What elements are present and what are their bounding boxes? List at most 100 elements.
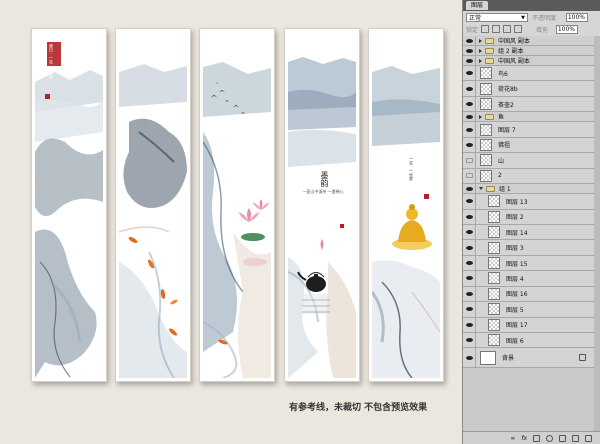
layer-row[interactable]: 茶壶2: [463, 96, 600, 113]
panel-1-seal-text: 佛日 · 一花 · 一世界: [49, 44, 54, 80]
layer-name: 中国风 副本: [498, 38, 530, 45]
panel-4-poem: 一壶山中清茶 一盏禅心: [302, 189, 344, 194]
fill-input[interactable]: 100%: [556, 24, 579, 34]
visibility-toggle[interactable]: [463, 348, 476, 368]
layer-row[interactable]: 图层 3: [463, 240, 600, 256]
layer-name: 组 1: [499, 186, 511, 194]
layer-group-row[interactable]: 中国风 副本: [463, 56, 600, 66]
lock-all-icon[interactable]: [514, 25, 523, 33]
visibility-toggle[interactable]: [463, 96, 476, 112]
layer-name: 茶壶2: [498, 101, 514, 109]
layer-row[interactable]: 图层 14: [463, 224, 600, 241]
layer-group-row[interactable]: 组 1: [463, 184, 600, 195]
mask-icon[interactable]: [533, 434, 540, 442]
layer-row[interactable]: 鸟6: [463, 66, 600, 82]
adjustment-icon[interactable]: [546, 434, 553, 442]
layer-row[interactable]: 图层 15: [463, 255, 600, 272]
visibility-toggle[interactable]: [463, 137, 476, 153]
visibility-toggle[interactable]: [463, 209, 476, 224]
expand-closed-icon[interactable]: [479, 58, 482, 63]
layer-row[interactable]: 图层 17: [463, 317, 600, 333]
lock-transparent-icon[interactable]: [481, 25, 490, 33]
layer-list-scrollbar[interactable]: [594, 36, 600, 431]
layer-row[interactable]: 荷花8b: [463, 81, 600, 97]
layer-thumbnail: [480, 169, 492, 182]
visibility-toggle[interactable]: [463, 271, 476, 286]
layer-row[interactable]: 图层 7: [463, 122, 600, 138]
expand-closed-icon[interactable]: [479, 38, 482, 43]
folder-icon: [486, 185, 495, 192]
layer-name: 荷花8b: [498, 86, 518, 94]
visibility-toggle[interactable]: [463, 46, 476, 55]
layer-row[interactable]: 图层 6: [463, 333, 600, 349]
layer-thumbnail: [488, 272, 500, 285]
visibility-toggle[interactable]: [463, 224, 476, 240]
layer-name: 图层 17: [506, 322, 528, 330]
eye-off-icon: [465, 157, 473, 163]
layer-group-row[interactable]: 中国风 副本: [463, 36, 600, 46]
layer-row[interactable]: 图层 13: [463, 194, 600, 210]
visibility-toggle[interactable]: [463, 194, 476, 209]
layer-name: 图层 4: [506, 275, 524, 283]
layer-row[interactable]: 图层 2: [463, 209, 600, 225]
lock-position-icon[interactable]: [503, 25, 512, 33]
blend-mode-value: 正常: [469, 14, 482, 22]
layer-name: 图层 6: [506, 337, 524, 345]
layers-tab[interactable]: 图层: [466, 1, 489, 10]
lock-pixels-icon[interactable]: [492, 25, 501, 33]
link-layers-icon[interactable]: ∞: [510, 435, 515, 442]
layer-row[interactable]: 图层 16: [463, 286, 600, 303]
panel-5-artwork: [372, 66, 440, 378]
visibility-toggle[interactable]: [463, 81, 476, 96]
visibility-toggle[interactable]: [463, 56, 476, 65]
visibility-toggle[interactable]: [463, 122, 476, 137]
eye-icon: [465, 38, 473, 43]
opacity-input[interactable]: 100%: [566, 12, 588, 22]
layer-name: 山: [498, 157, 505, 165]
visibility-toggle[interactable]: [463, 153, 476, 168]
visibility-toggle[interactable]: [463, 240, 476, 255]
layer-name: 2: [498, 172, 502, 180]
visibility-toggle[interactable]: [463, 184, 476, 194]
expand-open-icon[interactable]: [479, 187, 483, 191]
fx-icon[interactable]: fx: [521, 435, 527, 442]
layer-group-row[interactable]: 组 2 副本: [463, 46, 600, 56]
layer-group-row[interactable]: 鱼: [463, 112, 600, 123]
new-group-icon[interactable]: [559, 434, 566, 442]
expand-closed-icon[interactable]: [479, 48, 482, 53]
visibility-toggle[interactable]: [463, 302, 476, 317]
visibility-toggle[interactable]: [463, 286, 476, 302]
eye-icon: [465, 261, 473, 266]
trash-icon[interactable]: [585, 434, 592, 442]
layer-row[interactable]: 山: [463, 153, 600, 169]
new-layer-icon[interactable]: [572, 434, 579, 442]
layer-row[interactable]: 2: [463, 168, 600, 185]
visibility-toggle[interactable]: [463, 333, 476, 348]
visibility-toggle[interactable]: [463, 66, 476, 81]
blend-mode-select[interactable]: 正常 ▼: [466, 12, 528, 22]
layer-row[interactable]: 背景: [463, 348, 600, 369]
layer-name: 图层 14: [506, 229, 528, 237]
visibility-toggle[interactable]: [463, 255, 476, 271]
eye-icon: [465, 199, 473, 204]
eye-icon: [465, 127, 473, 132]
layer-thumbnail: [488, 303, 500, 316]
layer-name: 鱼: [498, 114, 505, 122]
lock-group: 锁定: [466, 25, 523, 34]
layer-thumbnail: [488, 287, 500, 300]
visibility-toggle[interactable]: [463, 317, 476, 332]
layer-thumbnail: [480, 138, 492, 151]
layer-name: 组 2 副本: [498, 48, 524, 55]
layers-panel: 图层 正常 ▼ 不透明度 100% 锁定 填充 100% 中国风 副本组 2 副…: [462, 0, 600, 444]
layer-row[interactable]: 佛祖: [463, 137, 600, 154]
layer-name: 图层 16: [506, 291, 528, 299]
panel-3-artwork: [203, 62, 271, 378]
layer-row[interactable]: 图层 5: [463, 302, 600, 318]
expand-closed-icon[interactable]: [479, 114, 482, 119]
eye-icon: [465, 186, 473, 191]
folder-icon: [485, 113, 494, 120]
layer-row[interactable]: 图层 4: [463, 271, 600, 287]
visibility-toggle[interactable]: [463, 36, 476, 45]
visibility-toggle[interactable]: [463, 168, 476, 184]
visibility-toggle[interactable]: [463, 112, 476, 122]
